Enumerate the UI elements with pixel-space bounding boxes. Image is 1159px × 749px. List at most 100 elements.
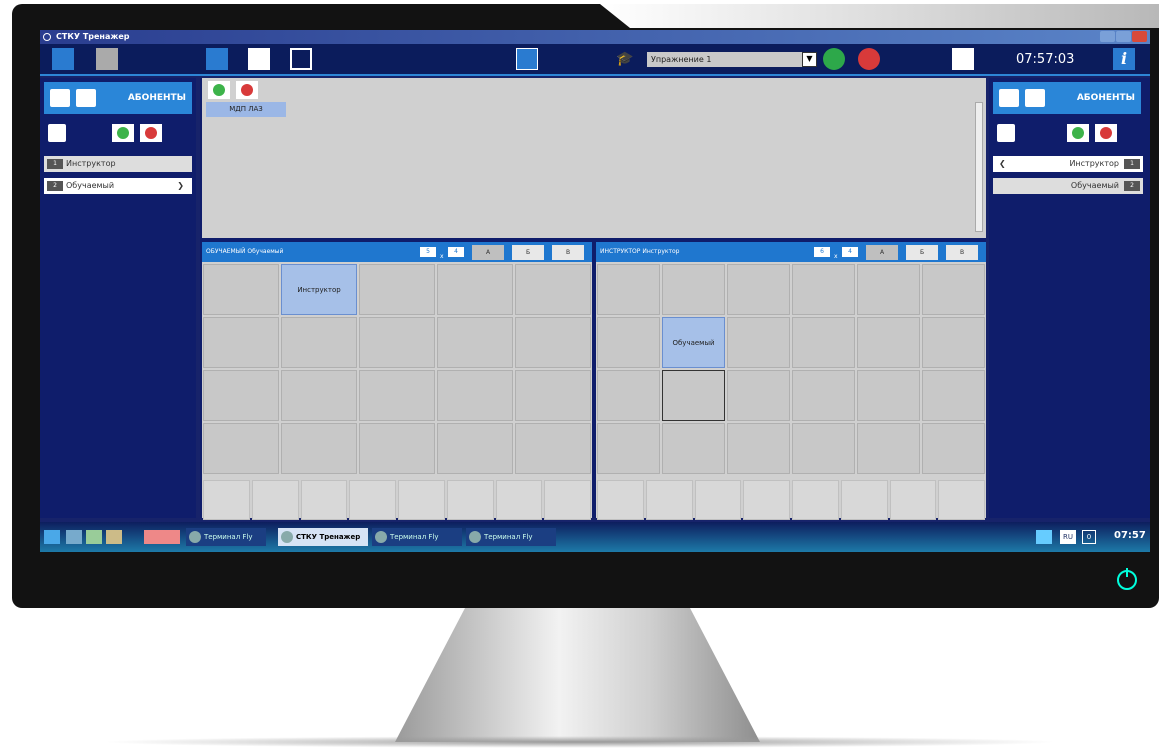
- cols-count[interactable]: 4: [448, 247, 464, 257]
- phone-icon[interactable]: [48, 124, 66, 142]
- tab-a[interactable]: А: [472, 245, 504, 260]
- add-channel-button[interactable]: [208, 81, 230, 99]
- grid-cell[interactable]: [662, 370, 725, 421]
- grid-cell[interactable]: [662, 264, 725, 315]
- folder-icon[interactable]: [106, 530, 122, 544]
- slot-cell[interactable]: [398, 480, 445, 520]
- grid-cell[interactable]: [437, 370, 513, 421]
- slot-cell[interactable]: [645, 480, 693, 520]
- task-stku-trainer[interactable]: СТКУ Тренажер: [278, 528, 368, 546]
- rows-count[interactable]: 6: [814, 247, 830, 257]
- slot-cell[interactable]: [938, 480, 985, 520]
- open-folder-icon[interactable]: [206, 48, 228, 70]
- task-terminal-fly-2[interactable]: Терминал Fly: [372, 528, 462, 546]
- slot-cell[interactable]: [349, 480, 396, 520]
- grid-cell[interactable]: [359, 370, 435, 421]
- phone-icon[interactable]: [997, 124, 1015, 142]
- slot-cell[interactable]: [544, 480, 591, 520]
- rows-count[interactable]: 5: [420, 247, 436, 257]
- slot-cell[interactable]: [446, 480, 494, 520]
- grid-cell[interactable]: [792, 264, 855, 315]
- grid-cell[interactable]: [359, 317, 435, 368]
- green-cap-icon[interactable]: [823, 48, 845, 70]
- tab-b[interactable]: Б: [906, 245, 938, 260]
- grid-cell[interactable]: [597, 264, 660, 315]
- network-icon[interactable]: [86, 530, 102, 544]
- subscriber-item-trainee[interactable]: Обучаемый 2: [993, 178, 1143, 194]
- subscriber-item-trainee[interactable]: 2 Обучаемый ❯: [44, 178, 192, 194]
- person-icon[interactable]: [50, 89, 70, 107]
- grid-cell[interactable]: [203, 317, 279, 368]
- maximize-icon[interactable]: [1116, 31, 1131, 42]
- add-button[interactable]: [112, 124, 134, 142]
- layout-icon[interactable]: [144, 530, 180, 544]
- grid-cell[interactable]: [203, 423, 279, 474]
- grid-cell[interactable]: [857, 317, 920, 368]
- grid-cell[interactable]: [359, 264, 435, 315]
- grid-cell[interactable]: [515, 370, 591, 421]
- person-icon[interactable]: [999, 89, 1019, 107]
- cols-count[interactable]: 4: [842, 247, 858, 257]
- grid-cell[interactable]: [515, 264, 591, 315]
- settings-gear-icon[interactable]: [952, 48, 974, 70]
- redo-icon[interactable]: [96, 48, 118, 70]
- subscriber-item-instructor[interactable]: 1 Инструктор: [44, 156, 192, 172]
- slot-cell[interactable]: [840, 480, 888, 520]
- slot-cell[interactable]: [694, 480, 742, 520]
- slot-cell[interactable]: [251, 480, 299, 520]
- tab-a[interactable]: А: [866, 245, 898, 260]
- delete-button[interactable]: [140, 124, 162, 142]
- grid-cell[interactable]: [437, 317, 513, 368]
- task-terminal-fly-1[interactable]: Терминал Fly: [186, 528, 266, 546]
- mixer-icon[interactable]: [1036, 530, 1052, 544]
- grid-cell[interactable]: [792, 423, 855, 474]
- grid-cell[interactable]: [597, 370, 660, 421]
- grid-cell[interactable]: [437, 264, 513, 315]
- grid-cell[interactable]: [857, 264, 920, 315]
- grid-cell[interactable]: [203, 370, 279, 421]
- close-icon[interactable]: [1132, 31, 1147, 42]
- delete-button[interactable]: [1095, 124, 1117, 142]
- minimize-icon[interactable]: [1100, 31, 1115, 42]
- grid-cell[interactable]: [727, 423, 790, 474]
- grid-cell[interactable]: [857, 423, 920, 474]
- channel-tag[interactable]: МДП ЛАЗ: [206, 102, 286, 117]
- slot-cell[interactable]: [300, 480, 348, 520]
- plane-icon[interactable]: [76, 89, 96, 107]
- add-button[interactable]: [1067, 124, 1089, 142]
- slot-cell[interactable]: [495, 480, 543, 520]
- slot-cell[interactable]: [889, 480, 937, 520]
- info-button[interactable]: i: [1113, 48, 1135, 70]
- grid-cell[interactable]: [662, 423, 725, 474]
- grid-cell[interactable]: [203, 264, 279, 315]
- scrollbar[interactable]: [975, 102, 983, 232]
- chevron-down-icon[interactable]: ▼: [802, 52, 817, 67]
- grid-cell[interactable]: [792, 370, 855, 421]
- task-terminal-fly-3[interactable]: Терминал Fly: [466, 528, 556, 546]
- broadcast-icon[interactable]: [516, 48, 538, 70]
- start-icon[interactable]: [44, 530, 60, 544]
- grid-cell[interactable]: [281, 423, 357, 474]
- slot-cell[interactable]: [743, 480, 790, 520]
- delete-channel-button[interactable]: [236, 81, 258, 99]
- grid-cell[interactable]: [727, 317, 790, 368]
- grid-cell[interactable]: [281, 317, 357, 368]
- grid-cell[interactable]: [922, 264, 985, 315]
- grid-cell[interactable]: [922, 370, 985, 421]
- tab-v[interactable]: В: [946, 245, 978, 260]
- slot-cell[interactable]: [203, 480, 250, 520]
- grid-cell[interactable]: [515, 423, 591, 474]
- list-view-icon[interactable]: [290, 48, 312, 70]
- language-indicator[interactable]: RU: [1060, 530, 1076, 544]
- grid-cell[interactable]: [281, 370, 357, 421]
- subscriber-item-instructor[interactable]: ❮ Инструктор 1: [993, 156, 1143, 172]
- undo-icon[interactable]: [52, 48, 74, 70]
- desktop-icon[interactable]: [66, 530, 82, 544]
- plane-icon[interactable]: [1025, 89, 1045, 107]
- slot-cell[interactable]: [792, 480, 839, 520]
- grid-cell[interactable]: [922, 317, 985, 368]
- grid-cell[interactable]: [437, 423, 513, 474]
- grid-cell[interactable]: [857, 370, 920, 421]
- chevron-right-icon[interactable]: ❯: [177, 178, 184, 194]
- grid-cell[interactable]: [359, 423, 435, 474]
